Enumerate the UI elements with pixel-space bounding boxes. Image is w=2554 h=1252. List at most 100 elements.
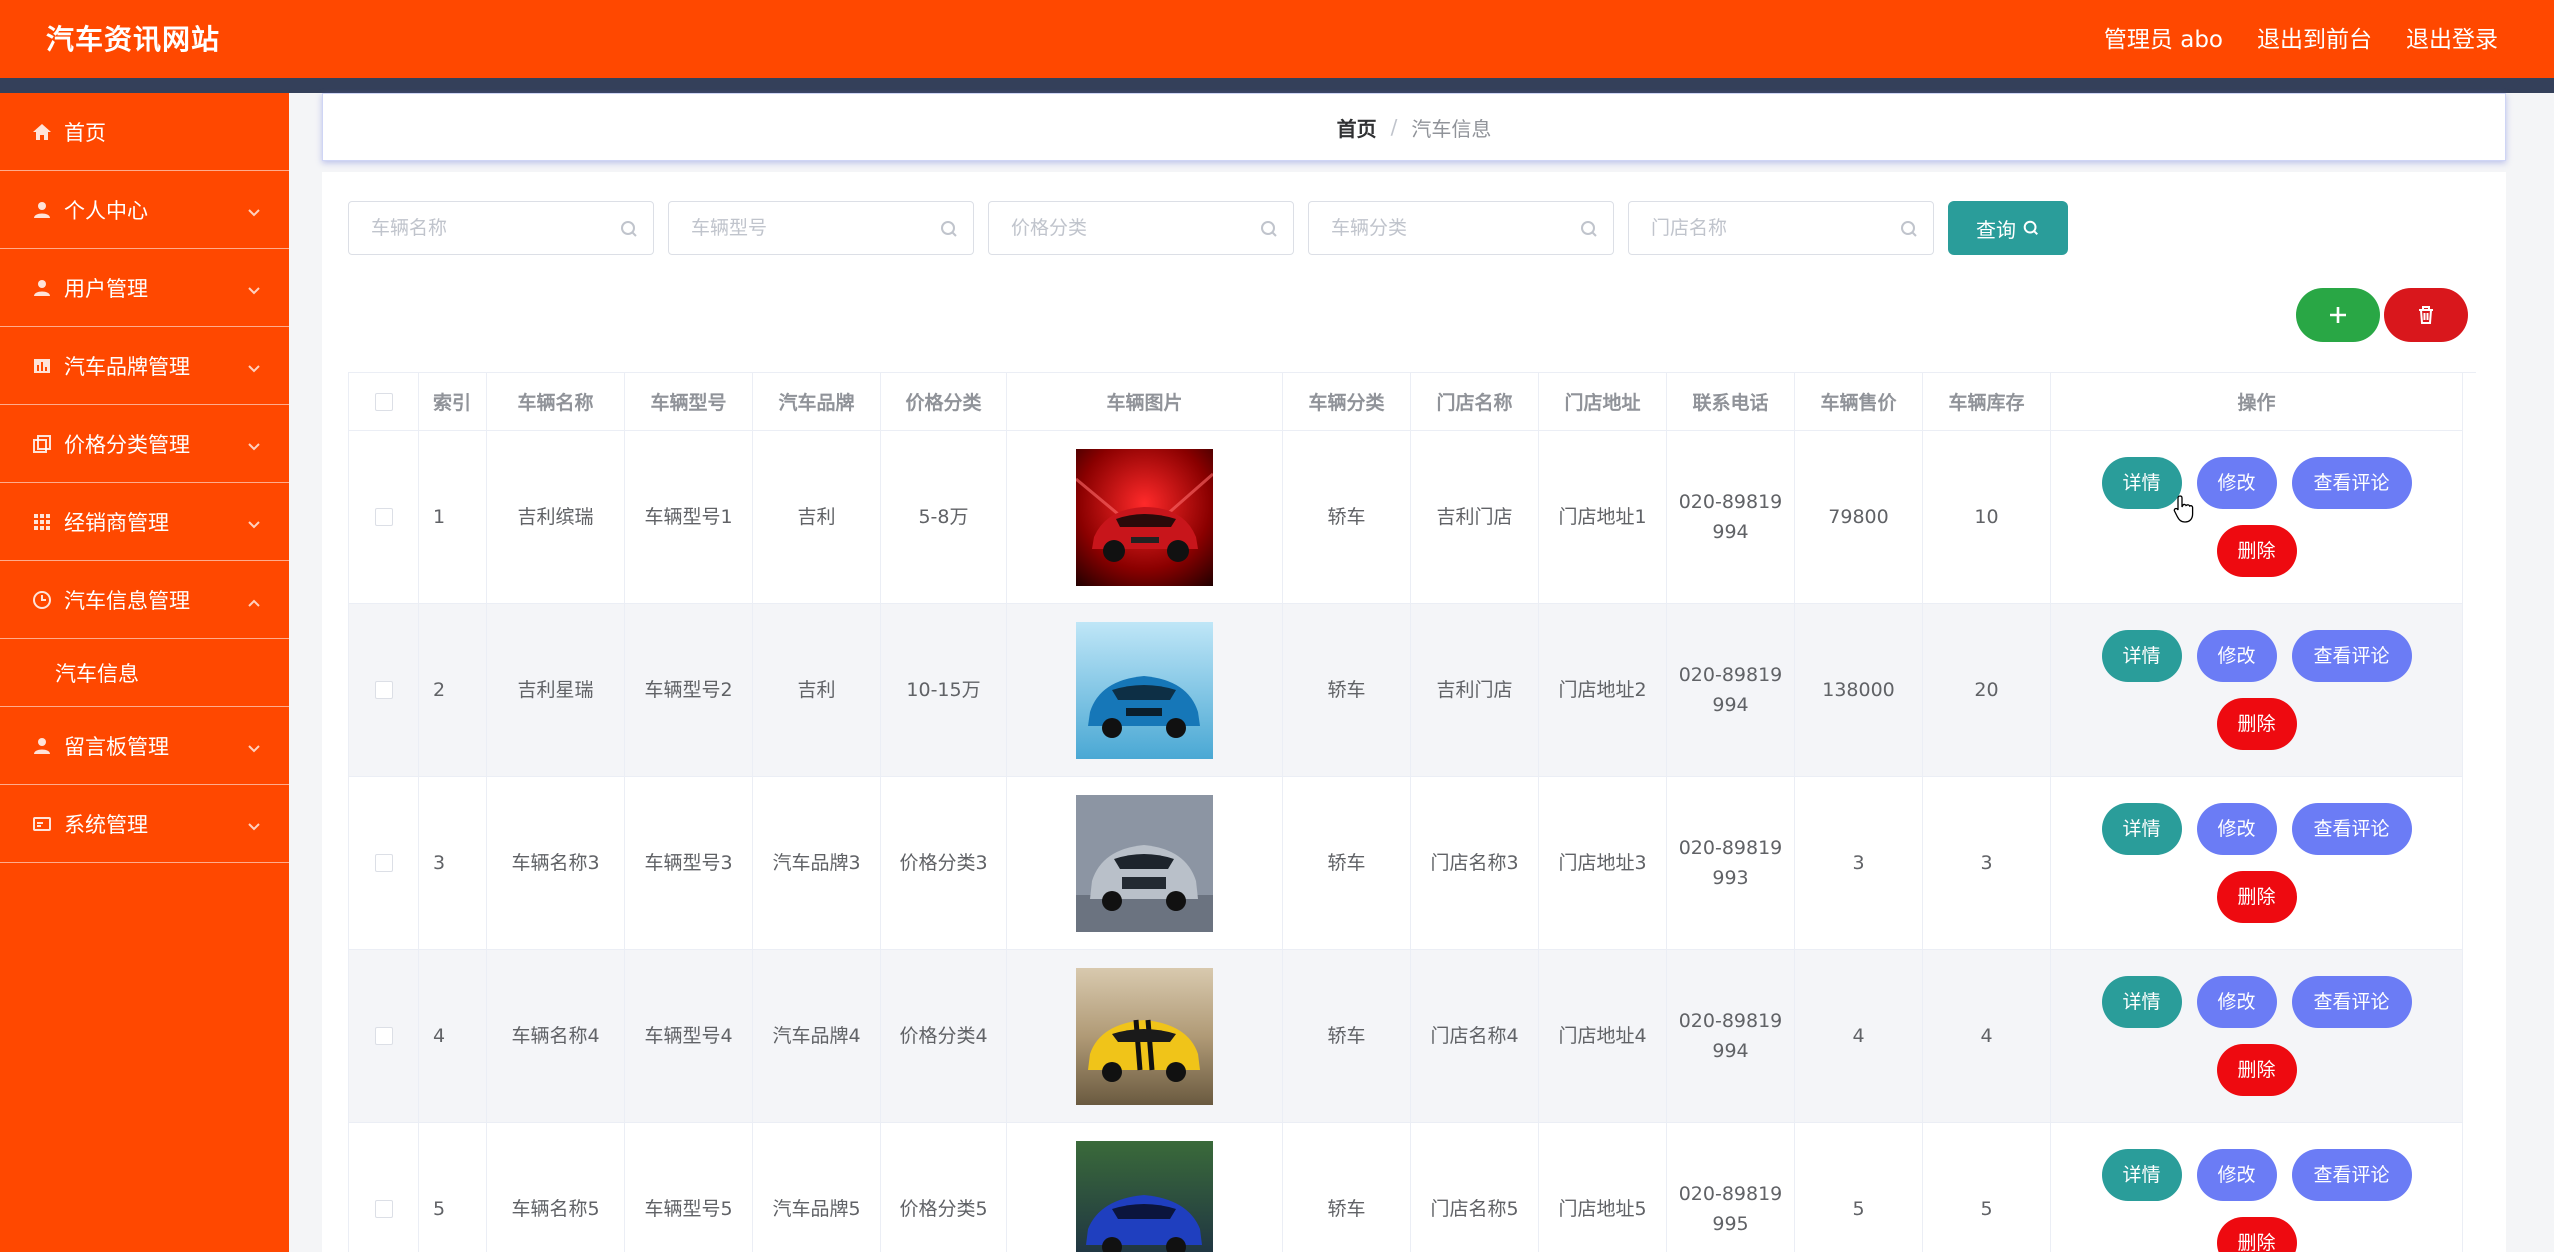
submenu-item-car-info[interactable]: 汽车信息 [0,639,289,707]
query-button[interactable]: 查询 [1948,201,2068,255]
header-operations: 操作 [2051,373,2463,431]
header-index[interactable]: 索引 [419,373,487,431]
cell-image [1007,431,1283,604]
row-checkbox[interactable] [374,681,393,699]
edit-button[interactable]: 修改 [2196,803,2277,855]
cell-address: 门店地址1 [1539,431,1667,604]
site-title: 汽车资讯网站 [46,23,221,56]
header-image[interactable]: 车辆图片 [1007,373,1283,431]
sidebar-item-label: 汽车信息管理 [64,588,190,613]
sidebar-item-home[interactable]: 首页 [0,93,289,171]
breadcrumb: 首页 / 汽车信息 [322,93,2506,161]
phone-part-2: 994 [1712,694,1749,716]
detail-button[interactable]: 详情 [2101,803,2182,855]
breadcrumb-home[interactable]: 首页 [1337,113,1377,142]
view-reviews-button[interactable]: 查看评论 [2291,976,2412,1028]
car-image [1076,967,1213,1105]
row-checkbox[interactable] [374,508,393,526]
batch-delete-button[interactable] [2384,288,2468,342]
vehicle-name-input[interactable] [349,202,653,254]
header-phone[interactable]: 联系电话 [1667,373,1795,431]
edit-button[interactable]: 修改 [2196,976,2277,1028]
sidebar-item-brand-management[interactable]: 汽车品牌管理 [0,327,289,405]
header-price[interactable]: 车辆售价 [1795,373,1923,431]
cell-price: 4 [1795,950,1923,1123]
cell-index: 2 [419,604,487,777]
cell-address: 门店地址2 [1539,604,1667,777]
delete-button[interactable]: 删除 [2216,698,2297,750]
select-all-checkbox[interactable] [374,392,393,411]
delete-button[interactable]: 删除 [2216,1217,2297,1252]
sidebar-item-personal-center[interactable]: 个人中心 [0,171,289,249]
header-address[interactable]: 门店地址 [1539,373,1667,431]
main-content: 查询 索引 车辆名称 车辆型号 汽车品牌 价格分类 车辆图片 车辆分类 门店名称… [322,172,2506,1252]
add-button[interactable] [2296,288,2380,342]
cell-price: 79800 [1795,431,1923,604]
sidebar-item-car-info-management[interactable]: 汽车信息管理 [0,561,289,639]
header-stock[interactable]: 车辆库存 [1923,373,2051,431]
chevron-down-icon [247,201,261,217]
cell-name: 车辆名称5 [487,1123,625,1252]
row-select-cell [349,777,419,950]
header-price-category[interactable]: 价格分类 [881,373,1007,431]
plus-icon [2330,307,2346,323]
view-reviews-button[interactable]: 查看评论 [2291,803,2412,855]
edit-button[interactable]: 修改 [2196,1149,2277,1201]
cell-operations: 详情 修改 查看评论 删除 [2051,604,2463,777]
detail-button[interactable]: 详情 [2101,976,2182,1028]
cell-stock: 20 [1923,604,2051,777]
cell-category: 轿车 [1283,431,1411,604]
cell-image [1007,1123,1283,1252]
header-model[interactable]: 车辆型号 [625,373,753,431]
delete-button[interactable]: 删除 [2216,525,2297,577]
header-name[interactable]: 车辆名称 [487,373,625,431]
admin-label: 管理员 abo [2103,27,2223,53]
car-image [1076,794,1213,932]
view-reviews-button[interactable]: 查看评论 [2291,457,2412,509]
price-category-input[interactable] [989,202,1293,254]
header-category[interactable]: 车辆分类 [1283,373,1411,431]
delete-button[interactable]: 删除 [2216,871,2297,923]
detail-button[interactable]: 详情 [2101,457,2182,509]
logout-link[interactable]: 退出登录 [2406,20,2498,54]
sidebar-item-system-management[interactable]: 系统管理 [0,785,289,863]
delete-button[interactable]: 删除 [2216,1044,2297,1096]
view-reviews-button[interactable]: 查看评论 [2291,630,2412,682]
view-reviews-button[interactable]: 查看评论 [2291,1149,2412,1201]
sidebar-item-label: 价格分类管理 [64,432,190,457]
row-select-cell [349,1123,419,1252]
header-divider-strip [0,78,2554,93]
sidebar-item-price-category-management[interactable]: 价格分类管理 [0,405,289,483]
search-icon [939,219,959,239]
header-store[interactable]: 门店名称 [1411,373,1539,431]
sidebar-item-user-management[interactable]: 用户管理 [0,249,289,327]
row-checkbox[interactable] [374,854,393,872]
cell-category: 轿车 [1283,777,1411,950]
row-checkbox[interactable] [374,1200,393,1218]
row-select-cell [349,431,419,604]
cell-model: 车辆型号4 [625,950,753,1123]
search-icon [1899,219,1919,239]
store-name-input[interactable] [1629,202,1933,254]
cell-price: 5 [1795,1123,1923,1252]
detail-button[interactable]: 详情 [2101,1149,2182,1201]
sidebar-item-message-board-management[interactable]: 留言板管理 [0,707,289,785]
header-brand[interactable]: 汽车品牌 [753,373,881,431]
detail-button[interactable]: 详情 [2101,630,2182,682]
sidebar-item-label: 首页 [64,120,106,145]
vehicle-category-search [1308,201,1614,255]
ops-row: 详情 修改 查看评论 [2101,803,2412,855]
vehicle-category-input[interactable] [1309,202,1613,254]
cell-image [1007,777,1283,950]
cell-price-category: 价格分类4 [881,950,1007,1123]
query-button-label: 查询 [1976,217,2016,242]
vehicle-model-input[interactable] [669,202,973,254]
sidebar-item-dealer-management[interactable]: 经销商管理 [0,483,289,561]
exit-to-frontend-link[interactable]: 退出到前台 [2257,20,2372,54]
row-checkbox[interactable] [374,1027,393,1045]
edit-button[interactable]: 修改 [2196,630,2277,682]
car-image [1076,1140,1213,1252]
edit-button[interactable]: 修改 [2196,457,2277,509]
chevron-down-icon [247,435,261,451]
cell-stock: 10 [1923,431,2051,604]
